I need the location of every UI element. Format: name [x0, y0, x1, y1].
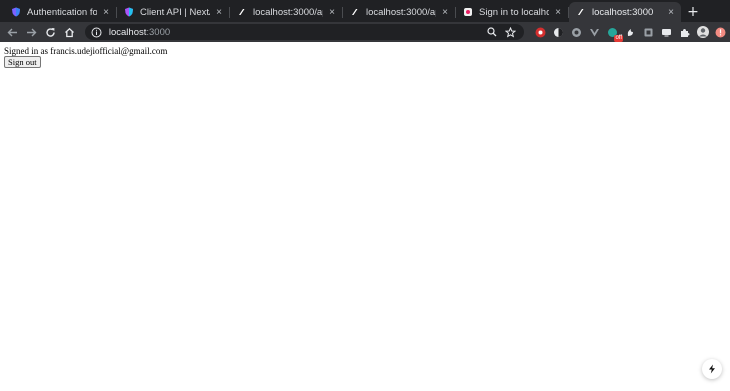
tab-sign-in[interactable]: Sign in to localhost × — [456, 2, 569, 22]
nextauth-shield-icon — [11, 7, 21, 17]
tab-localhost-api-1[interactable]: localhost:3000/api/ × — [230, 2, 343, 22]
extension-dark-icon[interactable] — [622, 24, 639, 40]
close-tab-icon[interactable]: × — [100, 7, 112, 18]
address-bar[interactable]: localhost:3000 — [84, 24, 525, 40]
nextjs-build-indicator[interactable] — [702, 359, 722, 379]
reload-icon — [46, 27, 55, 37]
tab-title: Client API | NextAut — [140, 6, 210, 18]
github-icon — [463, 7, 473, 17]
nextjs-icon — [350, 7, 360, 17]
menu-update-icon[interactable] — [712, 24, 729, 40]
tab-localhost-active[interactable]: localhost:3000 × — [569, 2, 681, 22]
tab-authentication[interactable]: Authentication for × — [4, 2, 117, 22]
sign-out-button[interactable]: Sign out — [4, 56, 41, 68]
extension-red-icon[interactable] — [532, 24, 549, 40]
tab-client-api[interactable]: Client API | NextAut × — [117, 2, 230, 22]
close-tab-icon[interactable]: × — [665, 7, 677, 18]
tab-title: Authentication for — [27, 6, 97, 18]
close-tab-icon[interactable]: × — [552, 7, 564, 18]
extension-circle-icon[interactable] — [550, 24, 567, 40]
tab-title: localhost:3000/api/ — [253, 6, 323, 18]
tab-title: localhost:3000/api/ — [366, 6, 436, 18]
close-tab-icon[interactable]: × — [213, 7, 225, 18]
tab-title: localhost:3000 — [592, 6, 654, 18]
nextauth-shield-icon — [124, 7, 134, 17]
extension-screen-icon[interactable] — [658, 24, 675, 40]
vue-devtools-icon[interactable] — [586, 24, 603, 40]
extension-grey-icon[interactable] — [568, 24, 585, 40]
close-tab-icon[interactable]: × — [326, 7, 338, 18]
tab-localhost-api-2[interactable]: localhost:3000/api/ × — [343, 2, 456, 22]
url-port: :3000 — [146, 26, 171, 38]
profile-avatar[interactable] — [694, 24, 711, 40]
site-info-icon[interactable] — [91, 26, 103, 38]
reload-button[interactable] — [41, 23, 60, 41]
home-icon — [64, 27, 74, 37]
page-viewport: Signed in as francis.udejiofficial@gmail… — [0, 42, 730, 391]
signed-in-text: Signed in as francis.udejiofficial@gmail… — [4, 46, 168, 56]
browser-toolbar: localhost:3000 off — [0, 22, 730, 42]
arrow-right-icon — [26, 28, 37, 36]
extensions-area: off — [532, 24, 730, 42]
url-text: localhost:3000 — [109, 27, 482, 38]
arrow-left-icon — [7, 28, 17, 36]
home-button[interactable] — [60, 23, 79, 41]
back-button[interactable] — [3, 23, 22, 41]
new-tab-button[interactable]: + — [682, 2, 704, 22]
nextjs-icon — [576, 7, 586, 17]
nextjs-icon — [237, 7, 247, 17]
url-host: localhost — [108, 26, 147, 38]
tab-title: Sign in to localhost — [479, 6, 549, 18]
tab-strip: Authentication for × Client API | NextAu… — [0, 0, 730, 22]
close-tab-icon[interactable]: × — [439, 7, 451, 18]
extension-off-icon[interactable]: off — [604, 24, 624, 42]
extensions-puzzle-icon[interactable] — [676, 24, 693, 40]
bookmark-star-icon[interactable] — [502, 25, 518, 39]
zoom-search-icon[interactable] — [484, 25, 500, 39]
extension-square-icon[interactable] — [640, 24, 657, 40]
lightning-icon — [709, 364, 715, 374]
forward-button[interactable] — [22, 23, 41, 41]
